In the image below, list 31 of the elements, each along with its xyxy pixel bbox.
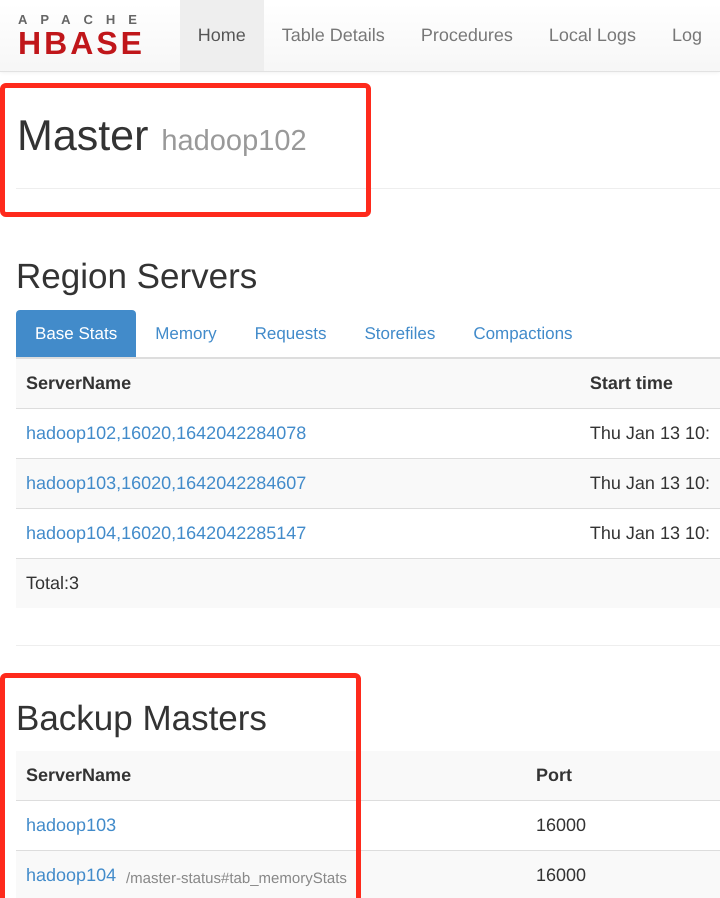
server-link[interactable]: hadoop104 [26, 865, 116, 885]
column-header: Start time [580, 359, 720, 408]
tab[interactable]: Storefiles [345, 310, 454, 357]
server-link[interactable]: hadoop103,16020,1642042284607 [26, 473, 306, 493]
nav-link[interactable]: Procedures [402, 0, 531, 71]
status-url: /master-status#tab_memoryStats [126, 870, 347, 887]
section-title: Region Servers [16, 257, 258, 298]
start-time: Thu Jan 13 10: [590, 473, 710, 493]
start-time: Thu Jan 13 10: [590, 523, 710, 543]
tab[interactable]: Memory [136, 310, 236, 357]
column-header: Port [526, 751, 720, 800]
tab[interactable]: Requests [236, 310, 346, 357]
column-header: ServerName [16, 359, 580, 408]
tab[interactable]: Compactions [454, 310, 592, 357]
total-count: Total:3 [26, 573, 80, 593]
hbase-logo[interactable]: APACHE HBASE [18, 0, 160, 71]
server-link[interactable]: hadoop104,16020,1642042285147 [26, 523, 306, 543]
server-link[interactable]: hadoop103 [26, 815, 116, 835]
column-header: ServerName [16, 751, 526, 800]
host-name: hadoop102 [161, 125, 307, 158]
nav-link[interactable]: Local Logs [530, 0, 654, 71]
port-number: 16000 [536, 815, 586, 835]
nav-link[interactable]: Table Details [264, 0, 403, 71]
page-title: Master [17, 112, 148, 161]
nav-link[interactable]: Log [654, 0, 720, 71]
start-time: Thu Jan 13 10: [590, 423, 710, 443]
server-link[interactable]: hadoop102,16020,1642042284078 [26, 423, 306, 443]
port-number: 16000 [536, 865, 586, 885]
section-title: Backup Masters [16, 699, 268, 740]
tab[interactable]: Base Stats [16, 310, 136, 357]
nav-link[interactable]: Home [180, 0, 264, 71]
